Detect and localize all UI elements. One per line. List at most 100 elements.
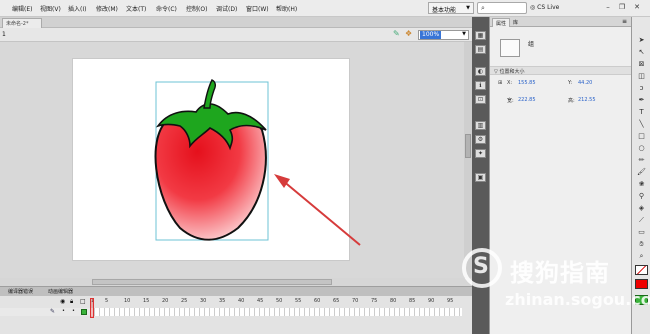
color-icon[interactable]: ◐ [475, 67, 486, 76]
selection-icon[interactable]: ➤ [635, 35, 648, 45]
annotation-arrow [281, 179, 361, 246]
frame-number: 80 [390, 298, 397, 304]
frame-number: 60 [314, 298, 321, 304]
strawberry-body [154, 112, 267, 241]
tab-library[interactable]: 库 [510, 18, 521, 27]
pencil-icon[interactable]: ✏ [635, 155, 648, 165]
fill-color-icon[interactable] [635, 279, 648, 289]
frame-number: 45 [257, 298, 264, 304]
lock-icon[interactable]: 🔒︎ [70, 298, 73, 306]
frame-number: 75 [371, 298, 378, 304]
playhead[interactable] [90, 298, 94, 318]
height-field[interactable]: 212.55 [578, 97, 596, 103]
tab-properties[interactable]: 属性 [492, 18, 511, 27]
timeline-tab-bar: 编译器错误 动画编辑器 [0, 286, 472, 296]
stroke-color-icon[interactable] [635, 265, 648, 275]
eraser-icon[interactable]: ▭ [635, 227, 648, 237]
section-title: 位置和大小 [499, 69, 525, 75]
info-icon[interactable]: ℹ [475, 81, 486, 90]
cs-live-text: CS Live [537, 4, 560, 11]
brush-icon[interactable]: 🖌︎ [635, 167, 648, 177]
frame-number: 90 [428, 298, 435, 304]
width-field[interactable]: 222.85 [518, 97, 536, 103]
frame-number: 50 [276, 298, 283, 304]
frame-number: 85 [409, 298, 416, 304]
vertical-scrollbar[interactable] [464, 42, 472, 278]
properties-icon[interactable]: ▤ [475, 45, 486, 54]
cs-live-icon: ◎ [530, 4, 536, 11]
watermark-title: 搜狗指南 [510, 259, 610, 287]
tab-motion-editor[interactable]: 动画编辑器 [48, 288, 73, 295]
zoom-icon[interactable]: ⌕ [635, 251, 648, 261]
frame-number: 15 [143, 298, 150, 304]
oval-icon[interactable]: ○ [635, 143, 648, 153]
y-label: Y: [568, 80, 573, 86]
minimize-icon[interactable]: – [603, 2, 613, 12]
frame-number: 65 [333, 298, 340, 304]
eye-icon[interactable]: ◉ [60, 298, 65, 305]
subselect-icon[interactable]: ↖ [635, 47, 648, 57]
y-field[interactable]: 44.20 [578, 80, 592, 86]
sogou-logo: S [462, 248, 502, 288]
frame-number: 35 [219, 298, 226, 304]
frame-number: 70 [352, 298, 359, 304]
frame-number: 5 [105, 298, 109, 304]
frame-number: 25 [181, 298, 188, 304]
x-label: X: [507, 80, 513, 86]
cs-live-label[interactable]: ◎ CS Live [530, 4, 559, 11]
rect-icon[interactable]: □ [635, 131, 648, 141]
link-icon[interactable]: ⊞ [498, 80, 502, 86]
gradient-icon[interactable]: ◫ [635, 71, 648, 81]
frame-number: 30 [200, 298, 207, 304]
search-input[interactable]: ⌕ [477, 2, 527, 14]
layer-dot-icon: • [62, 308, 65, 314]
sogou-logo-letter: S [473, 254, 489, 279]
code-icon[interactable]: ▣ [475, 173, 486, 182]
pencil-icon: ✎ [50, 308, 56, 315]
hand-icon[interactable]: ✋︎ [635, 239, 648, 249]
symbol-icon [500, 39, 520, 57]
search-icon: ⌕ [481, 4, 485, 12]
pen-icon[interactable]: ✒ [635, 95, 648, 105]
frame-number: 40 [238, 298, 245, 304]
text-icon[interactable]: T [635, 107, 648, 117]
transform-icon[interactable]: ⊡ [475, 95, 486, 104]
lasso-icon[interactable]: ↄ [635, 83, 648, 93]
outline-icon[interactable]: □ [80, 298, 86, 305]
watermark-url: zhinan.sogou.com [505, 290, 650, 309]
width-label: 宽: [507, 98, 514, 104]
frame-number: 10 [124, 298, 131, 304]
eyedropper-icon[interactable]: ⟋ [635, 215, 648, 225]
timeline-panel: ◉ 🔒︎ □ 1 5 10 15 20 25 30 35 40 45 50 55… [0, 296, 472, 334]
restore-icon[interactable]: ❐ [617, 2, 627, 12]
free-transform-icon[interactable]: ⊠ [635, 59, 648, 69]
tab-compiler-errors[interactable]: 编译器错误 [8, 288, 33, 295]
line-icon[interactable]: ╲ [635, 119, 648, 129]
frame-number: 55 [295, 298, 302, 304]
components-icon[interactable]: ⚙ [475, 135, 486, 144]
frame-number: 20 [162, 298, 169, 304]
frame-ruler: 1 5 10 15 20 25 30 35 40 45 50 55 60 65 … [90, 298, 462, 306]
frame-number: 95 [447, 298, 454, 304]
library-icon[interactable]: ▥ [475, 121, 486, 130]
x-field[interactable]: 155.85 [518, 80, 536, 86]
tools-panel: ➤ ↖ ⊠ ◫ ↄ ✒ T ╲ □ ○ ✏ 🖌︎ ❀ ⚲ ◈ ⟋ ▭ ✋︎ ⌕ [631, 17, 650, 334]
layer-dot-icon: • [72, 308, 75, 314]
close-icon[interactable]: ✕ [632, 2, 642, 12]
layer-outline-color[interactable] [81, 309, 87, 315]
horizontal-scrollbar[interactable] [92, 279, 332, 285]
symbol-type: 组 [528, 41, 535, 48]
stage-artwork [154, 79, 361, 246]
deco-icon[interactable]: ❀ [635, 179, 648, 189]
frame-cells[interactable] [90, 308, 462, 316]
scroll-thumb[interactable] [465, 134, 471, 158]
section-header[interactable]: ▽ 位置和大小 [490, 66, 632, 75]
bucket-icon[interactable]: ◈ [635, 203, 648, 213]
panel-menu-icon[interactable]: ≡ [622, 18, 627, 25]
height-label: 高: [568, 98, 575, 104]
motion-icon[interactable]: ✦ [475, 149, 486, 158]
bone-icon[interactable]: ⚲ [635, 191, 648, 201]
layer-row[interactable]: ✎ • • [0, 308, 90, 316]
properties-tab-bar: 属性 库 ≡ [490, 17, 632, 27]
layout-icon[interactable]: ▦ [475, 31, 486, 40]
